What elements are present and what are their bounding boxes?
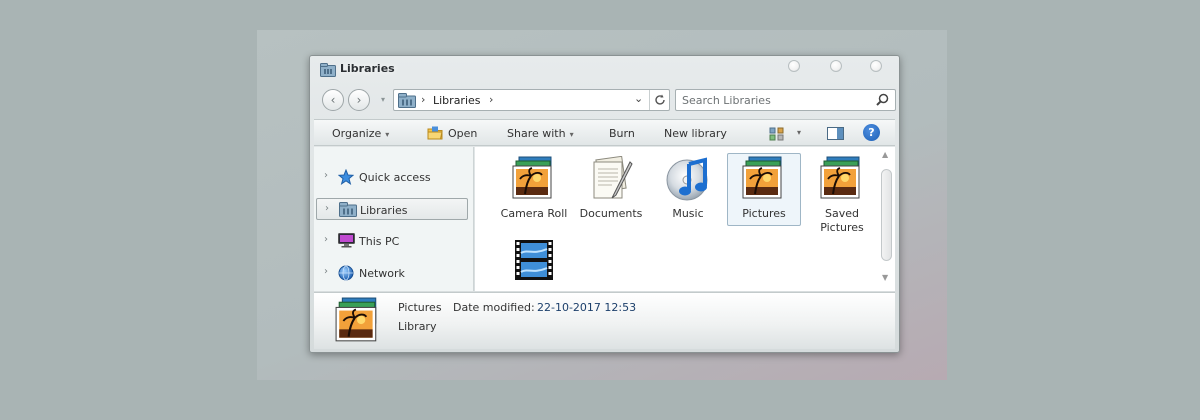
details-pane: Pictures Date modified: 22-10-2017 12:53… [314, 292, 895, 349]
scroll-thumb[interactable] [881, 169, 892, 261]
file-list: Camera Roll Documents Music Pictures Sav [475, 147, 895, 291]
file-item-music[interactable]: Music [651, 156, 725, 221]
library-icon [339, 202, 357, 220]
scroll-down-icon[interactable]: ▼ [882, 273, 888, 282]
refresh-button[interactable] [649, 90, 670, 110]
nav-label: Libraries [360, 204, 408, 217]
breadcrumb-libraries[interactable]: Libraries [433, 94, 481, 107]
refresh-icon [655, 94, 665, 105]
nav-item-quick-access[interactable]: › Quick access [316, 166, 468, 188]
chevron-down-icon: ▾ [569, 130, 574, 139]
pictures-library-icon [728, 156, 800, 205]
pictures-library-icon [497, 156, 571, 205]
pictures-library-icon [334, 297, 382, 348]
details-name: Pictures [398, 301, 442, 314]
burn-button[interactable]: Burn [609, 127, 635, 140]
address-dropdown-icon[interactable]: ⌄ [634, 92, 643, 105]
file-label: Music [672, 207, 704, 220]
share-with-button[interactable]: Share with ▾ [507, 127, 574, 140]
recent-locations-button[interactable]: ▾ [381, 95, 385, 104]
pictures-library-icon [805, 156, 879, 205]
navigation-pane: › Quick access › Libraries › This PC › N… [314, 147, 474, 291]
chevron-right-icon: › [356, 93, 362, 107]
details-type: Library [398, 320, 437, 333]
explorer-window: Libraries ‹ › ▾ › Libraries › ⌄ Organize… [309, 55, 900, 353]
music-library-icon [651, 156, 725, 205]
vertical-scrollbar[interactable]: ▲ ▼ [880, 149, 893, 287]
file-item-pictures[interactable]: Pictures [727, 153, 801, 226]
file-label: Documents [579, 207, 643, 220]
nav-item-this-pc[interactable]: › This PC [316, 230, 468, 252]
open-button[interactable]: Open [448, 127, 477, 140]
nav-label: Network [359, 267, 405, 280]
window-title: Libraries [340, 62, 395, 75]
file-label: Saved Pictures [820, 207, 864, 234]
search-icon[interactable] [876, 93, 889, 109]
folder-open-icon [427, 126, 443, 143]
minimize-button[interactable] [788, 60, 800, 72]
chevron-right-icon[interactable]: › [325, 203, 329, 214]
forward-button[interactable]: › [348, 89, 370, 111]
file-item-documents[interactable]: Documents [574, 155, 648, 221]
file-item-camera-roll[interactable]: Camera Roll [497, 156, 571, 221]
chevron-left-icon: ‹ [330, 93, 336, 107]
command-bar: Organize ▾ Open Share with ▾ Burn New libr… [314, 119, 895, 146]
breadcrumb-separator[interactable]: › [489, 93, 493, 106]
view-options-icon[interactable] [769, 127, 785, 144]
new-library-button[interactable]: New library [664, 127, 727, 140]
address-bar[interactable]: › Libraries › ⌄ [393, 89, 670, 111]
chevron-down-icon[interactable]: ▾ [797, 128, 801, 137]
chevron-right-icon[interactable]: › [324, 266, 328, 277]
nav-item-network[interactable]: › Network [316, 262, 468, 284]
chevron-right-icon[interactable]: › [324, 234, 328, 245]
videos-library-icon [497, 237, 571, 286]
file-item-saved-pictures[interactable]: Saved Pictures [805, 156, 879, 235]
computer-icon [338, 233, 355, 251]
chevron-down-icon: ▾ [385, 130, 390, 139]
search-input[interactable] [682, 93, 872, 107]
back-button[interactable]: ‹ [322, 89, 344, 111]
file-item-videos[interactable] [497, 237, 571, 288]
maximize-button[interactable] [830, 60, 842, 72]
help-button[interactable]: ? [863, 124, 880, 141]
close-button[interactable] [870, 60, 882, 72]
title-bar: Libraries [310, 56, 899, 84]
search-box[interactable] [675, 89, 896, 111]
details-modified-label: Date modified: [453, 301, 535, 314]
nav-label: This PC [359, 235, 400, 248]
network-icon [338, 265, 354, 284]
nav-label: Quick access [359, 171, 431, 184]
details-modified-value: 22-10-2017 12:53 [537, 301, 637, 314]
breadcrumb-separator[interactable]: › [421, 93, 425, 106]
library-icon [398, 93, 416, 111]
preview-pane-icon[interactable] [827, 127, 844, 143]
scroll-up-icon[interactable]: ▲ [882, 150, 888, 159]
chevron-right-icon[interactable]: › [324, 170, 328, 181]
documents-library-icon [574, 155, 648, 205]
star-icon [337, 168, 355, 188]
library-icon [320, 63, 336, 80]
file-label: Pictures [742, 207, 786, 220]
file-label: Camera Roll [500, 207, 568, 220]
nav-item-libraries[interactable]: › Libraries [316, 198, 468, 220]
organize-button[interactable]: Organize ▾ [332, 127, 389, 140]
